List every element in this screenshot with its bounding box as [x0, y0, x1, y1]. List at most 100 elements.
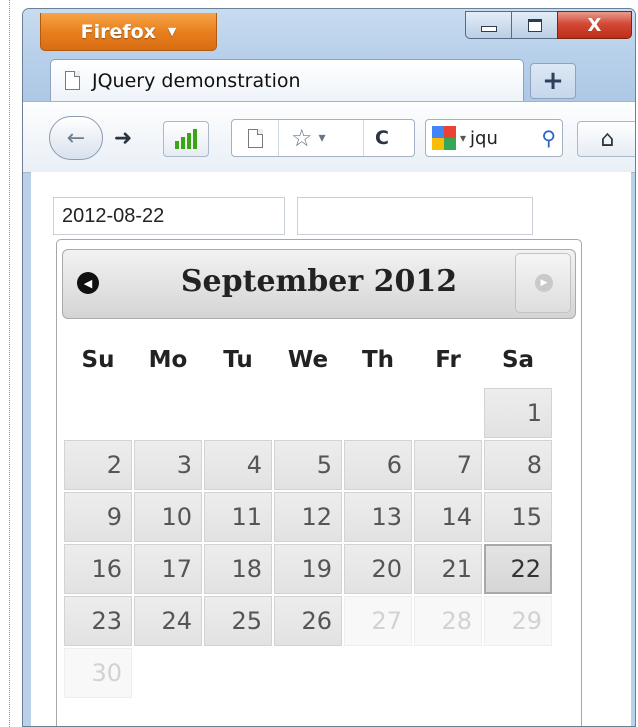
bookmark-star-button[interactable]: ☆ ▾ [279, 120, 363, 156]
weekday-header: Tu [223, 347, 253, 373]
calendar-day[interactable]: 21 [414, 544, 482, 594]
calendar-day[interactable]: 3 [134, 440, 202, 490]
calendar-day-disabled: 28 [414, 596, 482, 646]
calendar-day[interactable]: 4 [204, 440, 272, 490]
close-button[interactable]: X [557, 11, 632, 39]
firefox-menu-button[interactable]: Firefox ▼ [40, 13, 217, 51]
second-text-input[interactable] [297, 197, 533, 235]
calendar-day[interactable]: 10 [134, 492, 202, 542]
calendar-cell: 10 [134, 492, 202, 542]
weekday-header: Fr [435, 347, 461, 373]
calendar-cell: 15 [484, 492, 552, 542]
weekday-header-row: Su Mo Tu We Th Fr Sa [64, 334, 552, 386]
reload-icon: C [375, 127, 389, 149]
weekday-header: Th [361, 347, 395, 373]
calendar-day[interactable]: 23 [64, 596, 132, 646]
calendar-empty-cell [414, 648, 482, 698]
calendar-day[interactable]: 12 [274, 492, 342, 542]
calendar-day[interactable]: 13 [344, 492, 412, 542]
calendar-day[interactable]: 19 [274, 544, 342, 594]
plus-icon: + [542, 66, 564, 96]
calendar-cell: 30 [64, 648, 132, 698]
signal-bars-icon [175, 129, 197, 149]
page-content: ◀ September 2012 ▶ SuMoTuWeThFrSa 123456… [31, 172, 631, 726]
calendar-empty-cell [274, 388, 342, 438]
calendar-day[interactable]: 8 [484, 440, 552, 490]
calendar-cell: 20 [344, 544, 412, 594]
calendar-day-selected[interactable]: 22 [484, 544, 552, 594]
calendar-empty-cell [274, 648, 342, 698]
reload-button[interactable]: C [363, 120, 400, 156]
calendar-day[interactable]: 17 [134, 544, 202, 594]
datepicker-title: September 2012 [180, 264, 458, 299]
calendar-cell: 19 [274, 544, 342, 594]
calendar-day[interactable]: 20 [344, 544, 412, 594]
calendar-cell: 8 [484, 440, 552, 490]
site-identity-button[interactable] [232, 120, 279, 156]
calendar-day[interactable]: 5 [274, 440, 342, 490]
calendar-grid: Su Mo Tu We Th Fr Sa 1 2 3 4 5 6 7 8 9 10 11 12 13 14 15 16 17… [62, 332, 554, 700]
calendar-week-row: 23 24 25 26 27 28 29 [64, 596, 552, 646]
calendar-cell: 25 [204, 596, 272, 646]
signal-addon-button[interactable] [163, 121, 209, 157]
calendar-day[interactable]: 7 [414, 440, 482, 490]
tab-jquery-demonstration[interactable]: JQuery demonstration [50, 59, 524, 101]
back-arrow-icon: ← [66, 125, 86, 151]
calendar-cell: 13 [344, 492, 412, 542]
page-icon [65, 71, 80, 90]
calendar-cell: 5 [274, 440, 342, 490]
weekday-header: Sa [501, 347, 535, 373]
calendar-cell: 16 [64, 544, 132, 594]
search-input[interactable]: jqu [470, 128, 498, 149]
calendar-cell: 12 [274, 492, 342, 542]
calendar-day[interactable]: 18 [204, 544, 272, 594]
calendar-cell: 27 [344, 596, 412, 646]
page-edge-guide [9, 0, 10, 727]
weekday-header: We [287, 347, 329, 373]
weekday-header: Mo [148, 347, 188, 373]
calendar-cell: 22 [484, 544, 552, 594]
search-bar[interactable]: ▾ jqu ⚲ [425, 119, 563, 157]
url-bar[interactable]: ☆ ▾ C [231, 119, 415, 157]
search-icon[interactable]: ⚲ [541, 126, 556, 150]
calendar-week-row: 1 [64, 388, 552, 438]
google-search-engine-icon[interactable] [432, 126, 456, 150]
home-button[interactable]: ⌂ [577, 121, 635, 157]
calendar-cell: 18 [204, 544, 272, 594]
calendar-day[interactable]: 11 [204, 492, 272, 542]
calendar-empty-cell [134, 648, 202, 698]
calendar-cell: 3 [134, 440, 202, 490]
maximize-icon [527, 18, 542, 32]
back-button[interactable]: ← [49, 116, 103, 160]
calendar-day[interactable]: 9 [64, 492, 132, 542]
calendar-week-row: 2345678 [64, 440, 552, 490]
calendar-day-disabled: 29 [484, 596, 552, 646]
chevron-down-icon: ▾ [318, 130, 326, 146]
calendar-day[interactable]: 25 [204, 596, 272, 646]
calendar-cell: 21 [414, 544, 482, 594]
next-month-button[interactable]: ▶ [515, 253, 571, 313]
forward-button[interactable]: ➜ [107, 122, 139, 154]
minimize-button[interactable] [465, 11, 511, 39]
calendar-day[interactable]: 26 [274, 596, 342, 646]
calendar-day[interactable]: 16 [64, 544, 132, 594]
home-icon: ⌂ [600, 126, 615, 152]
maximize-button[interactable] [511, 11, 557, 39]
calendar-cell: 14 [414, 492, 482, 542]
calendar-day[interactable]: 24 [134, 596, 202, 646]
window-controls: X [465, 11, 632, 39]
date-input[interactable] [53, 197, 285, 235]
calendar-empty-cell [134, 388, 202, 438]
calendar-cell: 7 [414, 440, 482, 490]
calendar-day[interactable]: 15 [484, 492, 552, 542]
next-arrow-icon: ▶ [535, 274, 553, 292]
calendar-day[interactable]: 6 [344, 440, 412, 490]
calendar-day[interactable]: 2 [64, 440, 132, 490]
calendar-day[interactable]: 1 [484, 388, 552, 438]
new-tab-button[interactable]: + [530, 63, 576, 99]
calendar-day[interactable]: 14 [414, 492, 482, 542]
chevron-down-icon: ▼ [167, 25, 177, 38]
calendar-cell: 1 [484, 388, 552, 438]
close-icon: X [587, 14, 602, 36]
calendar-cell: 6 [344, 440, 412, 490]
